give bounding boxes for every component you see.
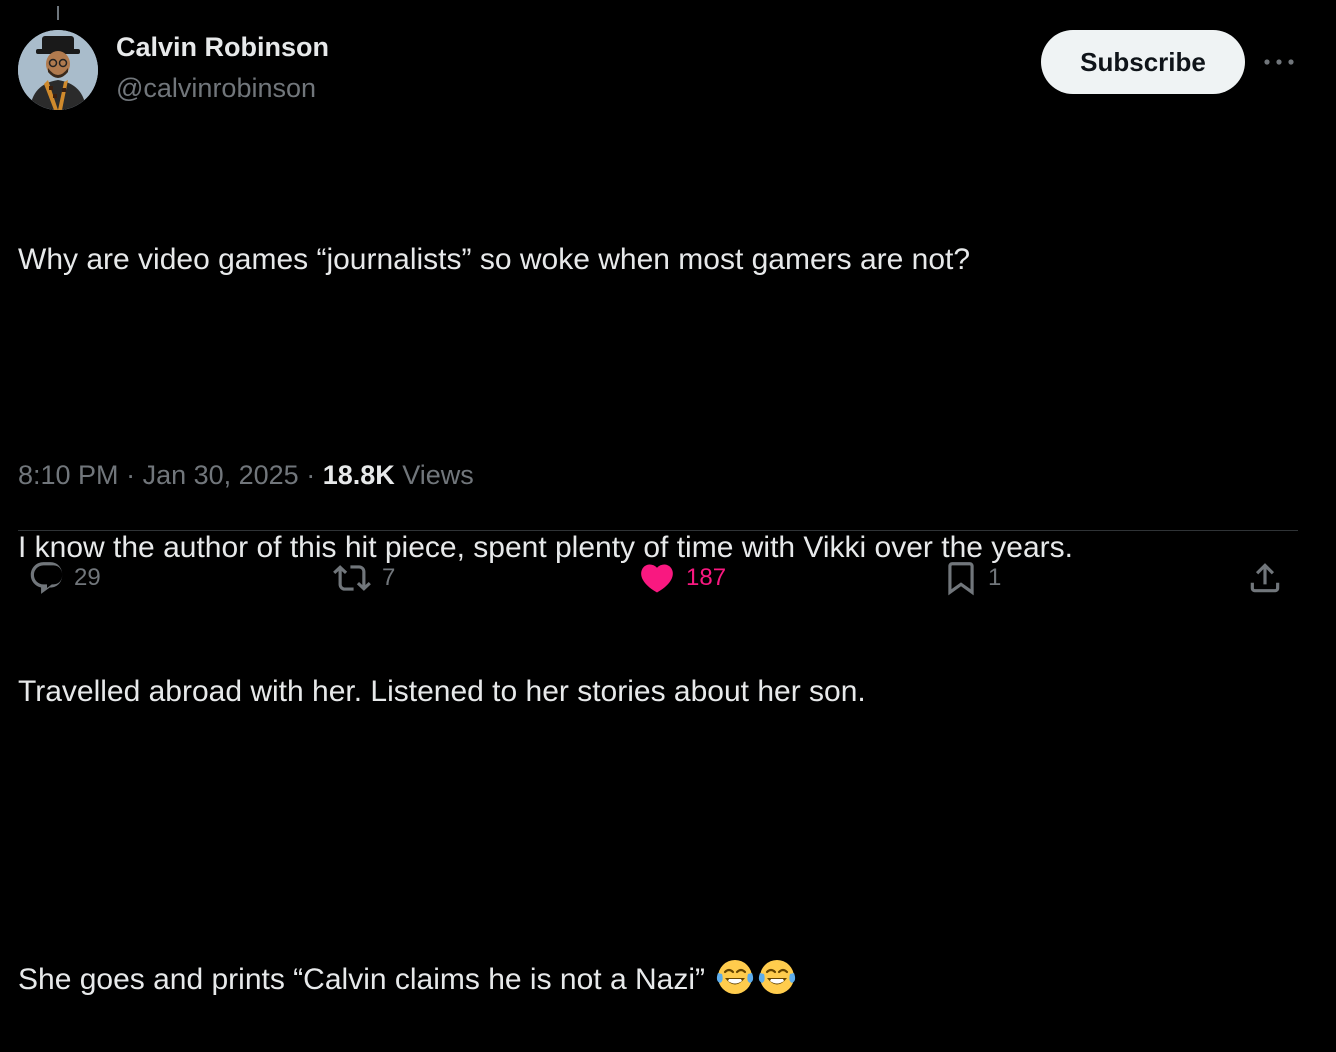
reply-count: 29: [74, 564, 101, 591]
thread-connector-line: [57, 6, 59, 20]
reply-button[interactable]: 29: [28, 556, 101, 600]
author-display-name[interactable]: Calvin Robinson: [116, 32, 329, 63]
subscribe-button[interactable]: Subscribe: [1041, 30, 1245, 94]
avatar-image: [18, 30, 98, 110]
reply-icon: [30, 562, 63, 594]
face-with-tears-of-joy-icon: [759, 960, 796, 994]
meta-separator: ·: [118, 460, 143, 490]
tweet-text-line: [18, 812, 1318, 860]
divider: [18, 530, 1298, 531]
repost-button[interactable]: 7: [330, 556, 395, 600]
tweet-date[interactable]: Jan 30, 2025: [143, 460, 299, 490]
more-options-button[interactable]: [1259, 48, 1299, 76]
face-with-tears-of-joy-icon: [717, 960, 754, 994]
bookmark-icon: [948, 562, 974, 596]
share-icon: [1250, 563, 1280, 593]
tweet-metadata: 8:10 PM · Jan 30, 2025 · 18.8K Views: [18, 460, 474, 491]
tweet-text-line: Why are video games “journalists” so wok…: [18, 243, 971, 276]
tweet-text-line: Travelled abroad with her. Listened to h…: [18, 675, 866, 708]
author-handle[interactable]: @calvinrobinson: [116, 73, 316, 104]
tweet-text-line: She goes and prints “Calvin claims he is…: [18, 963, 714, 996]
repost-icon: [333, 565, 371, 591]
like-button[interactable]: 187: [636, 556, 726, 600]
views-label: Views: [394, 460, 474, 490]
tweet-text-line: [18, 380, 1318, 428]
more-icon: [1264, 59, 1294, 65]
avatar[interactable]: [18, 30, 98, 110]
share-button[interactable]: [1246, 556, 1284, 600]
repost-count: 7: [382, 564, 396, 591]
like-count: 187: [686, 564, 727, 591]
views-count: 18.8K: [322, 460, 395, 490]
heart-icon: [641, 564, 673, 593]
bookmark-count: 1: [988, 564, 1002, 591]
tweet-time[interactable]: 8:10 PM: [18, 460, 119, 490]
meta-separator: ·: [298, 460, 323, 490]
tweet-text-line-with-emoji: She goes and prints “Calvin claims he is…: [18, 956, 1318, 1004]
bookmark-button[interactable]: 1: [942, 556, 1001, 600]
